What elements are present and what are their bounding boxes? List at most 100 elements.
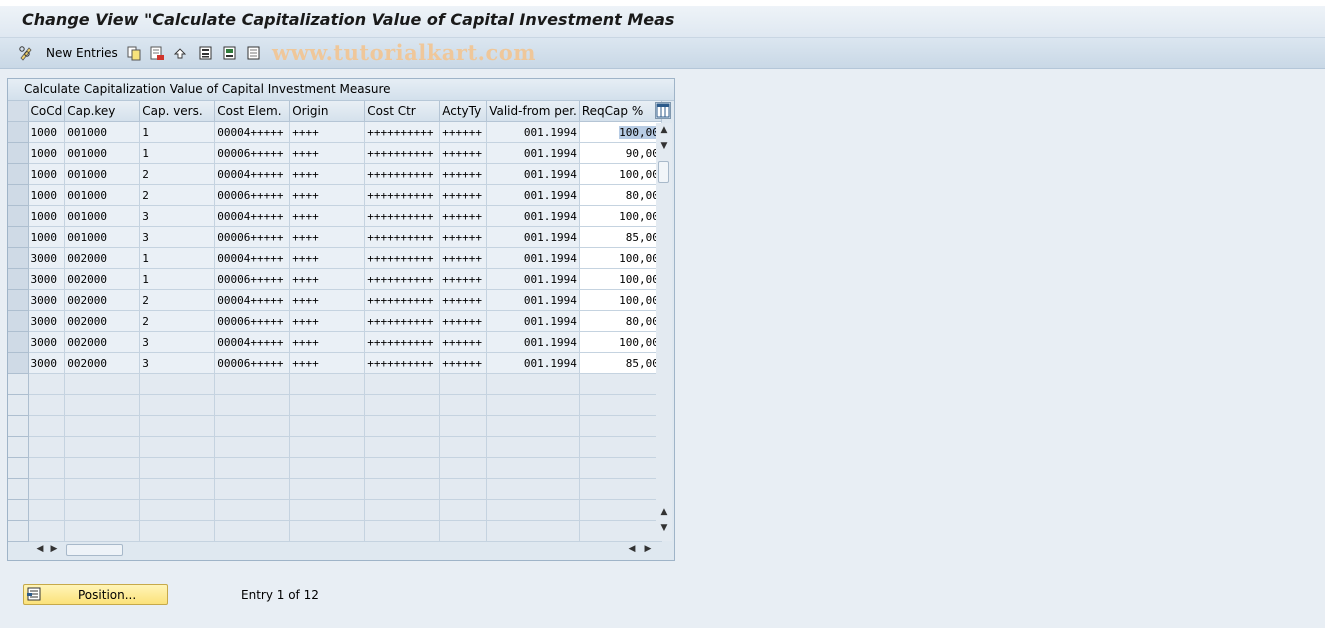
empty-cell[interactable] — [579, 373, 662, 395]
row-selector[interactable] — [8, 205, 29, 227]
reqcap-input[interactable]: 100,00 — [579, 121, 662, 143]
deselect-all-button[interactable] — [246, 44, 262, 62]
delete-button[interactable] — [149, 44, 165, 62]
row-selector[interactable] — [8, 394, 29, 416]
empty-cell — [214, 394, 291, 416]
column-header-acty-ty[interactable]: ActyTy — [439, 101, 488, 122]
select-all-column-header[interactable] — [8, 101, 29, 122]
scroll-right-button[interactable]: ▶ — [46, 542, 62, 556]
vertical-scroll-thumb[interactable] — [658, 161, 669, 183]
reqcap-input[interactable]: 100,00 — [579, 247, 662, 269]
empty-cell[interactable] — [579, 499, 662, 521]
undo-icon — [173, 48, 187, 59]
empty-cell[interactable] — [579, 520, 662, 542]
row-selector[interactable] — [8, 163, 29, 185]
row-selector[interactable] — [8, 268, 29, 290]
column-settings-button[interactable] — [655, 102, 671, 119]
vertical-scrollbar[interactable]: ▲ ▼ ▲ ▼ — [656, 123, 672, 541]
empty-cell — [139, 499, 216, 521]
select-all-button[interactable] — [198, 44, 214, 62]
row-selector[interactable] — [8, 310, 29, 332]
table-row: 1000 001000 1 00004+++++ ++++ ++++++++++ +++++… — [8, 121, 662, 143]
empty-cell[interactable] — [579, 415, 662, 437]
row-selector[interactable] — [8, 373, 29, 395]
reqcap-input[interactable]: 100,00 — [579, 163, 662, 185]
empty-cell — [214, 499, 291, 521]
empty-cell[interactable] — [579, 436, 662, 458]
display-change-button[interactable] — [18, 44, 34, 62]
row-selector[interactable] — [8, 352, 29, 374]
reqcap-input[interactable]: 80,00 — [579, 310, 662, 332]
row-selector[interactable] — [8, 289, 29, 311]
title-bar: Change View "Calculate Capitalization Va… — [0, 6, 1325, 38]
column-header-valid-from[interactable]: Valid-from per. — [486, 101, 580, 122]
empty-cell — [486, 436, 580, 458]
table-row: 1000 001000 2 00004+++++ ++++ ++++++++++ +++++… — [8, 163, 662, 185]
cell-cost-elem: 00004+++++ — [214, 205, 291, 227]
position-button[interactable]: Position... — [23, 584, 168, 605]
column-header-cocd[interactable]: CoCd — [28, 101, 66, 122]
cell-cap-key: 002000 — [64, 247, 141, 269]
cell-cocd: 3000 — [28, 352, 66, 374]
cell-valid-from: 001.1994 — [486, 142, 580, 164]
scroll-left-end-button[interactable]: ◀ — [624, 542, 640, 556]
row-selector[interactable] — [8, 247, 29, 269]
cell-valid-from: 001.1994 — [486, 121, 580, 143]
window-title: Change View "Calculate Capitalization Va… — [22, 10, 675, 29]
cell-cap-vers: 2 — [139, 310, 216, 332]
column-header-cap-key[interactable]: Cap.key — [64, 101, 141, 122]
row-selector[interactable] — [8, 457, 29, 479]
undo-button[interactable] — [173, 44, 189, 62]
cell-acty-ty: ++++++ — [439, 142, 488, 164]
empty-cell[interactable] — [579, 478, 662, 500]
row-selector[interactable] — [8, 415, 29, 437]
new-entries-button[interactable]: New Entries — [46, 44, 118, 62]
reqcap-input[interactable]: 85,00 — [579, 226, 662, 248]
select-block-button[interactable] — [222, 44, 238, 62]
row-selector[interactable] — [8, 520, 29, 542]
row-selector[interactable] — [8, 121, 29, 143]
cell-valid-from: 001.1994 — [486, 310, 580, 332]
reqcap-input[interactable]: 100,00 — [579, 331, 662, 353]
empty-cell — [139, 478, 216, 500]
row-selector[interactable] — [8, 478, 29, 500]
scroll-down-button[interactable]: ▼ — [656, 139, 672, 153]
reqcap-input[interactable]: 100,00 — [579, 268, 662, 290]
column-header-reqcap[interactable]: ReqCap % — [579, 101, 662, 122]
copy-button[interactable] — [126, 44, 142, 62]
column-header-cost-elem[interactable]: Cost Elem. — [214, 101, 291, 122]
cell-cap-key: 002000 — [64, 289, 141, 311]
row-selector[interactable] — [8, 226, 29, 248]
row-selector[interactable] — [8, 436, 29, 458]
row-selector[interactable] — [8, 499, 29, 521]
position-icon — [27, 587, 41, 601]
scroll-up-button[interactable]: ▲ — [656, 123, 672, 137]
empty-cell[interactable] — [579, 457, 662, 479]
reqcap-input[interactable]: 100,00 — [579, 289, 662, 311]
scroll-right-end-button[interactable]: ▶ — [640, 542, 656, 556]
empty-cell — [364, 499, 441, 521]
cell-acty-ty: ++++++ — [439, 184, 488, 206]
reqcap-input[interactable]: 85,00 — [579, 352, 662, 374]
scroll-page-up-button[interactable]: ▲ — [656, 505, 672, 519]
empty-cell — [439, 499, 488, 521]
cell-valid-from: 001.1994 — [486, 163, 580, 185]
scroll-page-down-button[interactable]: ▼ — [656, 521, 672, 535]
empty-table-row — [8, 394, 662, 416]
cell-origin: ++++ — [289, 184, 366, 206]
column-header-origin[interactable]: Origin — [289, 101, 366, 122]
row-selector[interactable] — [8, 331, 29, 353]
table-row: 1000 001000 1 00006+++++ ++++ ++++++++++ +++++… — [8, 142, 662, 164]
empty-cell — [486, 457, 580, 479]
cell-valid-from: 001.1994 — [486, 331, 580, 353]
empty-cell — [214, 436, 291, 458]
column-header-cost-ctr[interactable]: Cost Ctr — [364, 101, 441, 122]
column-header-cap-vers[interactable]: Cap. vers. — [139, 101, 216, 122]
row-selector[interactable] — [8, 142, 29, 164]
horizontal-scroll-thumb[interactable] — [66, 544, 123, 556]
row-selector[interactable] — [8, 184, 29, 206]
reqcap-input[interactable]: 100,00 — [579, 205, 662, 227]
reqcap-input[interactable]: 90,00 — [579, 142, 662, 164]
empty-cell[interactable] — [579, 394, 662, 416]
reqcap-input[interactable]: 80,00 — [579, 184, 662, 206]
